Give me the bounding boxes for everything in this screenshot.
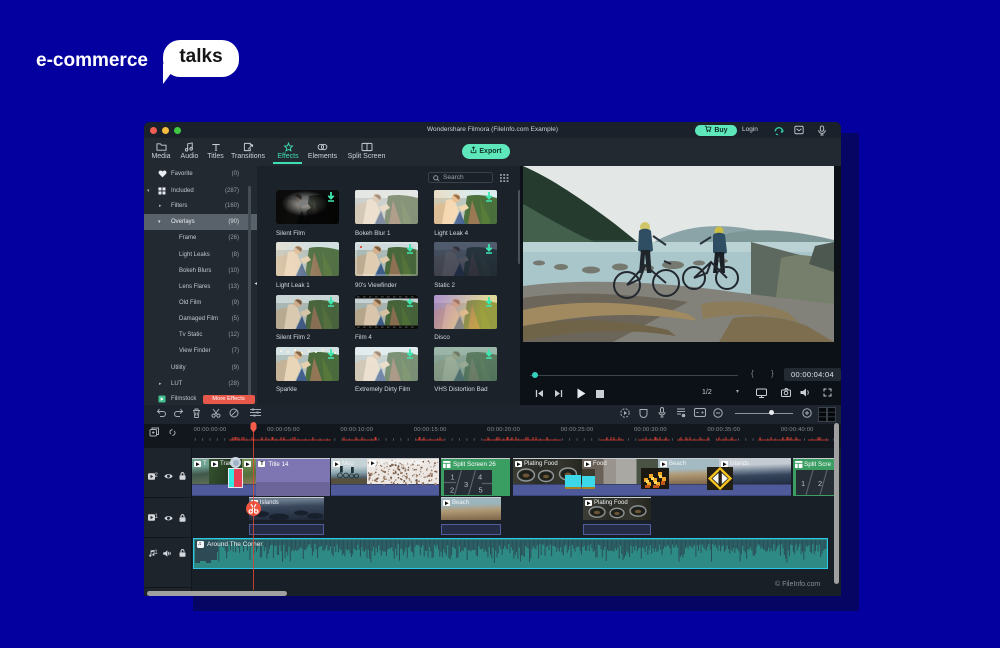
svg-text:4: 4 (478, 473, 482, 482)
svg-text:2: 2 (450, 486, 454, 495)
svg-text:1: 1 (451, 473, 455, 482)
svg-text:1: 1 (801, 479, 805, 488)
svg-text:5: 5 (479, 486, 483, 495)
svg-text:2: 2 (818, 479, 822, 488)
svg-text:3: 3 (464, 480, 468, 489)
